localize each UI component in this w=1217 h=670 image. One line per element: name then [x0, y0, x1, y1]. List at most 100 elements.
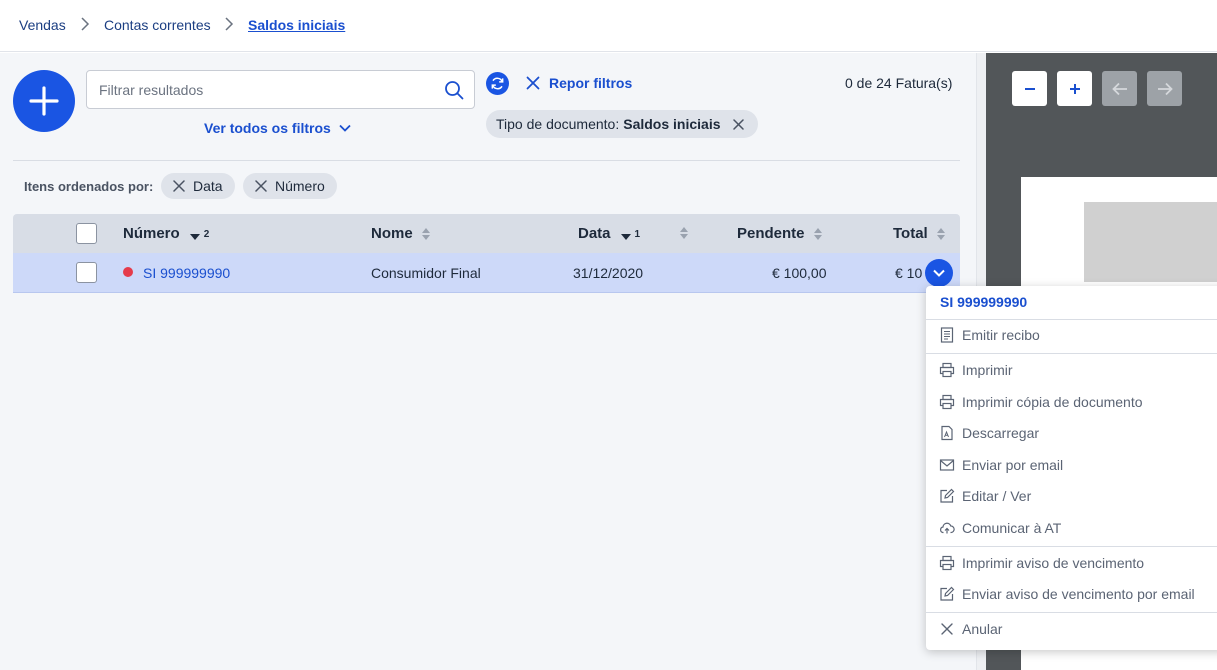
- menu-divider: [926, 353, 1217, 354]
- previous-page-button[interactable]: [1102, 71, 1137, 106]
- column-header-total[interactable]: Total: [893, 225, 946, 242]
- edit-icon: [938, 585, 956, 603]
- menu-item-emitir-recibo[interactable]: Emitir recibo: [938, 324, 1040, 346]
- menu-item-imprimir-aviso[interactable]: Imprimir aviso de vencimento: [938, 552, 1144, 574]
- status-dot: [123, 267, 133, 277]
- refresh-icon[interactable]: [486, 72, 509, 95]
- sort-chip-numero[interactable]: Número: [243, 173, 337, 199]
- plus-icon: [29, 86, 59, 116]
- sort-chip-label: Número: [275, 178, 325, 194]
- menu-item-label: Anular: [962, 621, 1003, 637]
- column-header-number[interactable]: Número 2: [123, 225, 209, 242]
- email-icon: [938, 456, 956, 474]
- menu-item-label: Descarregar: [962, 425, 1040, 441]
- menu-item-enviar-email[interactable]: Enviar por email: [938, 454, 1063, 476]
- breadcrumb-current[interactable]: Saldos iniciais: [248, 17, 345, 33]
- pending-amount: € 100,00: [772, 265, 827, 281]
- zoom-in-icon: [1069, 83, 1080, 94]
- menu-item-label: Enviar por email: [962, 457, 1064, 473]
- divider: [13, 160, 960, 161]
- column-header-pending[interactable]: Pendente: [737, 225, 823, 242]
- menu-item-descarregar[interactable]: Descarregar: [938, 422, 1039, 444]
- add-document-button[interactable]: [13, 70, 75, 132]
- chevron-down-icon: [933, 269, 945, 277]
- refresh-arrows-icon: [491, 77, 504, 90]
- menu-item-comunicar-at[interactable]: Comunicar à AT: [938, 517, 1061, 539]
- sort-desc-icon: [189, 233, 200, 240]
- chevron-right-icon: [81, 17, 90, 31]
- column-header-date[interactable]: Data 1: [578, 225, 640, 242]
- chevron-right-icon: [225, 17, 234, 31]
- receipt-icon: [938, 326, 956, 344]
- menu-divider: [926, 319, 1217, 320]
- breadcrumb-link-vendas[interactable]: Vendas: [19, 17, 66, 33]
- menu-item-label: Imprimir cópia de documento: [962, 394, 1143, 410]
- menu-item-label: Editar / Ver: [962, 488, 1032, 504]
- filter-chip-value: Saldos iniciais: [623, 116, 721, 132]
- menu-divider: [926, 612, 1217, 613]
- search-field[interactable]: [86, 70, 475, 109]
- edit-icon: [938, 487, 956, 505]
- document-list-panel: Ver todos os filtros Repor filtros 0 de …: [0, 53, 976, 670]
- zoom-in-button[interactable]: [1057, 71, 1092, 106]
- table-row[interactable]: SI 999999990 Consumidor Final 31/12/2020…: [13, 253, 960, 293]
- reset-filters-label: Repor filtros: [549, 75, 633, 91]
- remove-filter-icon[interactable]: [732, 118, 744, 130]
- sort-index: 2: [203, 229, 210, 240]
- menu-title: SI 999999990: [940, 294, 1028, 310]
- see-all-filters-label: Ver todos os filtros: [204, 120, 331, 136]
- sort-icon[interactable]: [679, 226, 689, 240]
- page-image-placeholder: [1084, 202, 1217, 282]
- printer-icon: [938, 554, 956, 572]
- document-date: 31/12/2020: [573, 265, 644, 281]
- menu-item-label: Imprimir: [962, 362, 1013, 378]
- sort-chip-label: Data: [193, 178, 223, 194]
- close-icon: [732, 118, 744, 130]
- reset-filters-button[interactable]: Repor filtros: [526, 75, 632, 91]
- menu-item-anular[interactable]: Anular: [938, 618, 1002, 640]
- printer-icon: [938, 361, 956, 379]
- column-header-name-label: Nome: [371, 225, 413, 242]
- column-header-total-label: Total: [893, 225, 928, 242]
- customer-name: Consumidor Final: [371, 265, 481, 281]
- pdf-download-icon: [938, 424, 956, 442]
- zoom-out-icon: [1024, 87, 1035, 90]
- sort-chip-data[interactable]: Data: [161, 173, 235, 199]
- sort-index: 1: [634, 229, 641, 240]
- column-header-date-label: Data: [578, 225, 611, 242]
- document-number-link[interactable]: SI 999999990: [143, 265, 230, 281]
- filter-chip-label: Tipo de documento:: [496, 116, 620, 132]
- close-icon[interactable]: [255, 180, 267, 192]
- sort-desc-icon: [620, 233, 631, 240]
- menu-divider: [926, 546, 1217, 547]
- row-actions-menu: SI 999999990 Emitir recibo Imprimir Impr…: [926, 286, 1217, 650]
- row-checkbox[interactable]: [76, 262, 97, 283]
- breadcrumb: Vendas Contas correntes Saldos iniciais: [0, 0, 1217, 52]
- printer-icon: [938, 393, 956, 411]
- table-header: Número 2 Nome Data 1 Pendente Total: [13, 214, 960, 253]
- column-header-number-label: Número: [123, 225, 180, 242]
- search-icon[interactable]: [444, 80, 464, 100]
- menu-item-imprimir[interactable]: Imprimir: [938, 359, 1013, 381]
- search-input[interactable]: [99, 80, 429, 100]
- total-amount: € 10: [895, 265, 923, 281]
- zoom-out-button[interactable]: [1012, 71, 1047, 106]
- next-page-button[interactable]: [1147, 71, 1182, 106]
- close-icon[interactable]: [173, 180, 185, 192]
- previous-page-icon: [1111, 82, 1127, 95]
- menu-item-enviar-aviso-email[interactable]: Enviar aviso de vencimento por email: [938, 583, 1195, 605]
- see-all-filters-button[interactable]: Ver todos os filtros: [204, 120, 351, 136]
- breadcrumb-link-contas-correntes[interactable]: Contas correntes: [104, 17, 211, 33]
- menu-item-label: Enviar aviso de vencimento por email: [962, 586, 1195, 602]
- cloud-upload-icon: [938, 519, 956, 537]
- menu-item-imprimir-copia[interactable]: Imprimir cópia de documento: [938, 391, 1143, 413]
- filter-chip-document-type: Tipo de documento: Saldos iniciais: [486, 110, 758, 138]
- select-all-checkbox[interactable]: [76, 223, 97, 244]
- invoice-count: 0 de 24 Fatura(s): [845, 75, 953, 91]
- menu-item-label: Emitir recibo: [962, 327, 1040, 343]
- sort-icon: [421, 227, 430, 240]
- close-icon: [526, 76, 540, 90]
- column-header-name[interactable]: Nome: [371, 225, 431, 242]
- menu-item-editar-ver[interactable]: Editar / Ver: [938, 485, 1031, 507]
- row-actions-button[interactable]: [925, 259, 953, 287]
